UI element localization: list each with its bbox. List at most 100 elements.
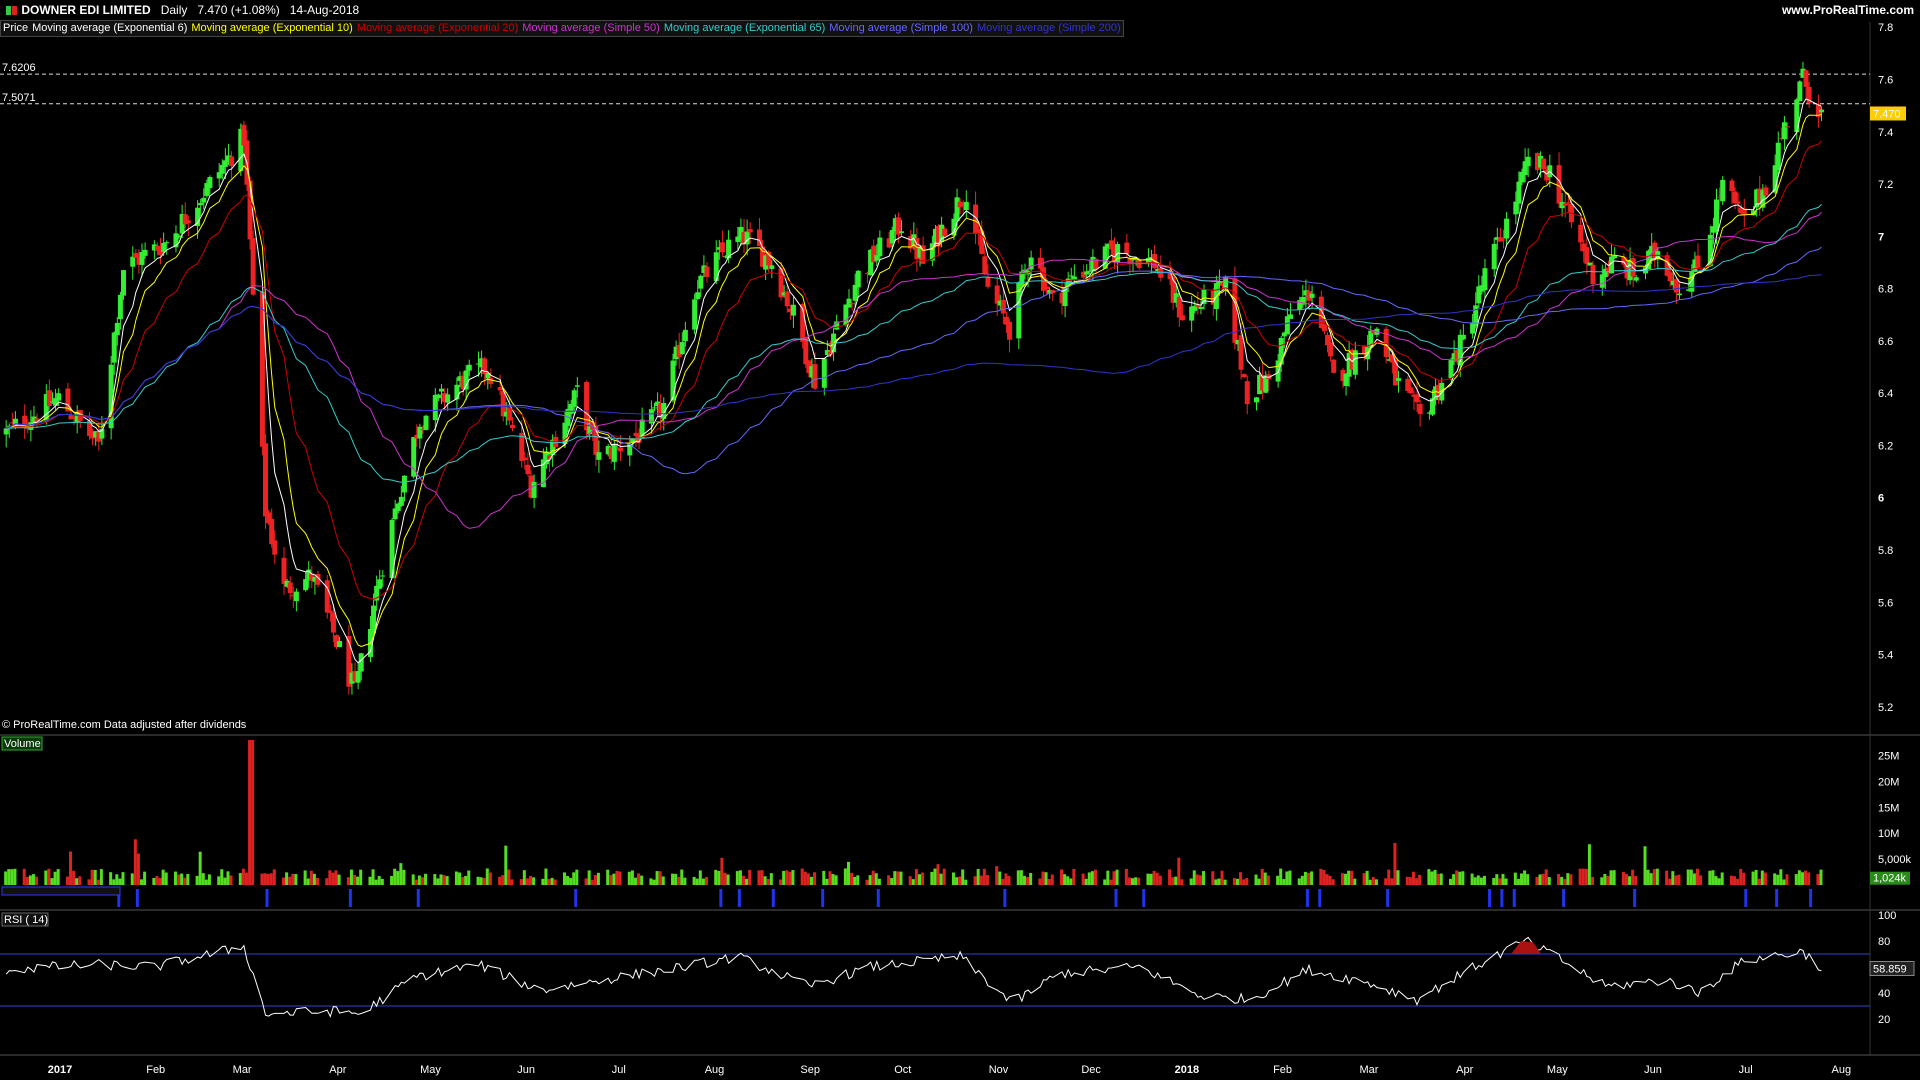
volume-bar [479, 877, 483, 885]
candle-body [1584, 247, 1590, 264]
volume-bar [1007, 876, 1011, 885]
rsi-overbought-fill [1511, 941, 1542, 954]
volume-bar [183, 877, 187, 885]
volume-bar [677, 876, 681, 885]
volume-bar [1106, 870, 1110, 885]
volume-bar [504, 845, 508, 885]
volume-bar [1498, 878, 1502, 885]
volume-bar [53, 871, 57, 885]
volume-bar [1134, 877, 1138, 885]
volume-bar [1384, 878, 1388, 885]
volume-bar [745, 878, 749, 885]
volume-bar [939, 873, 943, 885]
volume-bar [1004, 873, 1008, 885]
price-tick-label: 7.6 [1878, 75, 1893, 87]
candle-body [1254, 397, 1260, 403]
candle-body [46, 390, 52, 407]
volume-bar [201, 873, 205, 885]
volume-bar [547, 878, 551, 885]
volume-bar [890, 878, 894, 885]
x-axis-tick-label: Aug [705, 1064, 725, 1076]
candle-body [1201, 289, 1207, 304]
volume-bar [596, 872, 600, 885]
volume-bar [809, 876, 813, 885]
x-axis-tick-label: Mar [1360, 1064, 1379, 1076]
volume-bar [1520, 873, 1524, 885]
volume-bar [1692, 873, 1696, 885]
volume-bar [501, 875, 505, 885]
price-tick-label: 6.8 [1878, 284, 1893, 296]
candle-body [812, 364, 818, 389]
volume-bar [788, 871, 792, 885]
volume-bar [893, 871, 897, 885]
volume-bar [566, 876, 570, 885]
volume-bar [1566, 873, 1570, 885]
volume-bar [1436, 873, 1440, 885]
volume-bar [680, 869, 684, 885]
volume-bar [1569, 874, 1573, 885]
volume-bar [1063, 874, 1067, 885]
stock-chart[interactable]: 7.8 7.6 7.4 7.2 7 6.8 6.6 6.4 6.2 6 5.8 5.6 5.4 5.2 7.… [0, 0, 1920, 1080]
volume-bar [69, 851, 73, 885]
volume-bar [1492, 877, 1496, 885]
volume-bar [1223, 879, 1227, 885]
volume-bar [1093, 869, 1097, 885]
volume-bar [655, 871, 659, 885]
volume-bar [1087, 872, 1091, 885]
volume-bar [269, 873, 273, 885]
candle-body [898, 231, 904, 233]
volume-bar [1473, 877, 1477, 885]
volume-bar [155, 875, 159, 885]
candle-body [1392, 359, 1398, 386]
volume-bar [1482, 875, 1486, 885]
volume-bar [115, 874, 119, 885]
candle-body [185, 220, 191, 224]
volume-bar [572, 872, 576, 885]
volume-bar [1081, 873, 1085, 885]
strip-label-box [1, 886, 121, 896]
price-tick-label: 7.4 [1878, 127, 1893, 139]
candle-body [1238, 335, 1244, 370]
candle-body [846, 298, 852, 308]
volume-bar [1149, 873, 1153, 885]
candle-body [1068, 275, 1074, 277]
volume-bar [1773, 873, 1777, 885]
volume-bar [658, 871, 662, 885]
volume-bar [75, 878, 79, 885]
volume-bar [1254, 874, 1258, 885]
volume-bar [671, 873, 675, 885]
volume-bar [723, 872, 727, 885]
candle-body [942, 228, 948, 236]
candle-body [1565, 202, 1571, 204]
volume-bar [627, 871, 631, 885]
x-axis-tick-label: Apr [1456, 1064, 1473, 1076]
volume-bar [263, 873, 267, 885]
candle-body [574, 385, 580, 387]
volume-bar [368, 876, 372, 885]
signal-mark [1318, 889, 1322, 907]
candle-body [985, 276, 991, 287]
volume-bar [1103, 879, 1107, 885]
volume-bar [742, 875, 746, 885]
candle-body [263, 443, 269, 517]
volume-bar [834, 875, 838, 885]
moving-average-line [6, 211, 1822, 529]
volume-bar [1174, 876, 1178, 885]
volume-bar [612, 873, 616, 885]
candle-body [3, 428, 9, 435]
volume-tick-label: 25M [1878, 751, 1899, 763]
volume-bar [1044, 872, 1048, 885]
volume-bar [1677, 874, 1681, 885]
volume-bar [1393, 843, 1397, 885]
volume-bar [575, 869, 579, 885]
x-axis-tick-label: Jul [1739, 1064, 1753, 1076]
volume-bar [1581, 868, 1585, 885]
volume-bar [769, 873, 773, 885]
volume-bar [961, 869, 965, 885]
candle-body [1673, 279, 1679, 293]
volume-bar [1717, 878, 1721, 885]
volume-bar [1665, 870, 1669, 885]
volume-bar [1072, 868, 1076, 885]
volume-bar [186, 873, 190, 885]
volume-bar [630, 870, 634, 885]
